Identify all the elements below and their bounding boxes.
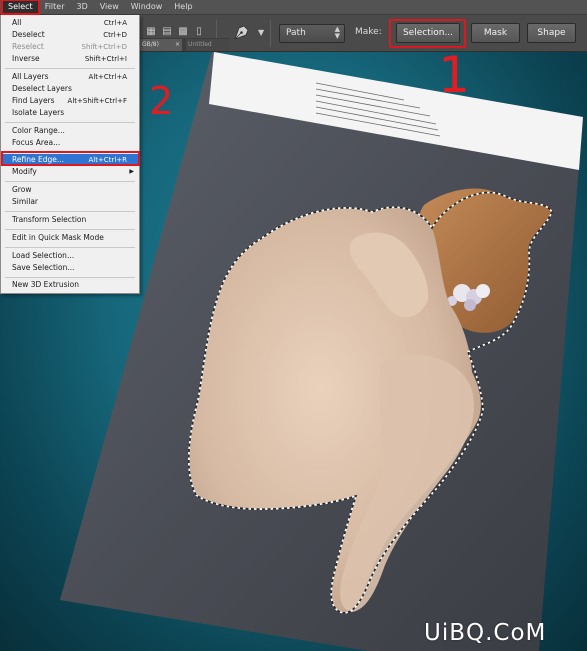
menu-item-label: Load Selection... bbox=[12, 251, 75, 260]
menu-separator bbox=[5, 229, 135, 230]
menu-item-color-range[interactable]: Color Range... bbox=[1, 125, 139, 137]
menu-3d[interactable]: 3D bbox=[71, 0, 94, 14]
arrange-icon[interactable]: ▯ bbox=[192, 25, 206, 39]
menu-item-quick-mask[interactable]: Edit in Quick Mask Mode bbox=[1, 232, 139, 244]
menu-separator bbox=[5, 122, 135, 123]
pen-tool-icon[interactable] bbox=[232, 22, 252, 42]
menu-item-label: Similar bbox=[12, 197, 38, 206]
menu-item-label: All Layers bbox=[12, 72, 49, 81]
menu-separator bbox=[5, 181, 135, 182]
menu-item-transform-selection[interactable]: Transform Selection bbox=[1, 214, 139, 226]
selection-button-highlight bbox=[389, 19, 466, 48]
menu-separator bbox=[5, 68, 135, 69]
menu-item-label: Deselect Layers bbox=[12, 84, 72, 93]
document-tab-untitled[interactable]: Untitled bbox=[186, 39, 230, 51]
menu-separator bbox=[5, 247, 135, 248]
menu-item-focus-area[interactable]: Focus Area... bbox=[1, 137, 139, 149]
toolbar-separator bbox=[270, 20, 271, 47]
menu-item-label: Modify bbox=[12, 167, 37, 176]
menu-item-deselect-layers[interactable]: Deselect Layers bbox=[1, 83, 139, 95]
menu-separator bbox=[5, 277, 135, 278]
tool-mode-select[interactable]: Path ▲ ▼ bbox=[279, 24, 345, 43]
menu-bar: Select Filter 3D View Window Help bbox=[0, 0, 587, 15]
step-number-1: 1 bbox=[438, 46, 470, 104]
menu-item-deselect[interactable]: Deselect Ctrl+D bbox=[1, 29, 139, 41]
menu-item-label: Reselect bbox=[12, 42, 44, 51]
menu-item-shortcut: Shift+Ctrl+I bbox=[84, 55, 127, 63]
menu-item-label: All bbox=[12, 18, 22, 27]
refine-edge-highlight bbox=[1, 151, 140, 166]
menu-item-save-selection[interactable]: Save Selection... bbox=[1, 262, 139, 274]
menu-item-inverse[interactable]: Inverse Shift+Ctrl+I bbox=[1, 53, 139, 65]
menu-item-find-layers[interactable]: Find Layers Alt+Shift+Ctrl+F bbox=[1, 95, 139, 107]
menu-item-all-layers[interactable]: All Layers Alt+Ctrl+A bbox=[1, 71, 139, 83]
menu-view[interactable]: View bbox=[94, 0, 125, 14]
menu-item-shortcut: Alt+Ctrl+A bbox=[88, 73, 127, 81]
menu-separator bbox=[5, 211, 135, 212]
submenu-arrow-icon: ▶ bbox=[129, 168, 134, 175]
menu-item-grow[interactable]: Grow bbox=[1, 184, 139, 196]
menu-item-reselect[interactable]: Reselect Shift+Ctrl+D bbox=[1, 41, 139, 53]
align-icon[interactable]: ▦ bbox=[144, 25, 158, 39]
spinner-icon: ▲ ▼ bbox=[334, 25, 340, 40]
menu-item-all[interactable]: All Ctrl+A bbox=[1, 17, 139, 29]
menu-item-load-selection[interactable]: Load Selection... bbox=[1, 250, 139, 262]
make-label: Make: bbox=[355, 27, 382, 37]
menu-item-shortcut: Ctrl+D bbox=[103, 31, 127, 39]
menu-item-similar[interactable]: Similar bbox=[1, 196, 139, 208]
document-tab-label: GB/8) bbox=[142, 41, 159, 48]
menu-item-label: Deselect bbox=[12, 30, 45, 39]
document-tabs: GB/8) × Untitled bbox=[140, 38, 230, 51]
watermark: UiBQ.CoM bbox=[424, 620, 547, 646]
menu-item-label: Transform Selection bbox=[12, 215, 87, 224]
step-number-2: 2 bbox=[149, 79, 174, 123]
document-tab-active[interactable]: GB/8) × bbox=[140, 39, 182, 51]
menu-filter[interactable]: Filter bbox=[39, 0, 71, 14]
menu-select[interactable]: Select bbox=[1, 0, 40, 15]
make-shape-button[interactable]: Shape bbox=[527, 23, 576, 43]
menu-item-label: Find Layers bbox=[12, 96, 55, 105]
menu-item-label: New 3D Extrusion bbox=[12, 280, 79, 289]
menu-window[interactable]: Window bbox=[125, 0, 169, 14]
menu-item-label: Color Range... bbox=[12, 126, 65, 135]
align-center-icon[interactable]: ▤ bbox=[160, 25, 174, 39]
menu-item-label: Save Selection... bbox=[12, 263, 75, 272]
menu-item-label: Focus Area... bbox=[12, 138, 61, 147]
close-tab-icon[interactable]: × bbox=[175, 39, 180, 51]
make-mask-button[interactable]: Mask bbox=[471, 23, 520, 43]
menu-item-new-3d-extrusion[interactable]: New 3D Extrusion bbox=[1, 279, 139, 291]
menu-item-isolate-layers[interactable]: Isolate Layers bbox=[1, 107, 139, 119]
menu-item-label: Edit in Quick Mask Mode bbox=[12, 233, 104, 242]
menu-item-label: Grow bbox=[12, 185, 32, 194]
menu-item-label: Isolate Layers bbox=[12, 108, 65, 117]
menu-item-label: Inverse bbox=[12, 54, 40, 63]
menu-item-modify[interactable]: Modify ▶ bbox=[1, 166, 139, 178]
menu-help[interactable]: Help bbox=[168, 0, 198, 14]
menu-item-shortcut: Ctrl+A bbox=[103, 19, 127, 27]
menu-item-shortcut: Alt+Shift+Ctrl+F bbox=[67, 97, 127, 105]
tool-mode-value: Path bbox=[286, 28, 306, 38]
menu-item-shortcut: Shift+Ctrl+D bbox=[81, 43, 128, 51]
tool-preset-arrow-icon[interactable]: ▼ bbox=[258, 28, 264, 37]
distribute-icon[interactable]: ▩ bbox=[176, 25, 190, 39]
